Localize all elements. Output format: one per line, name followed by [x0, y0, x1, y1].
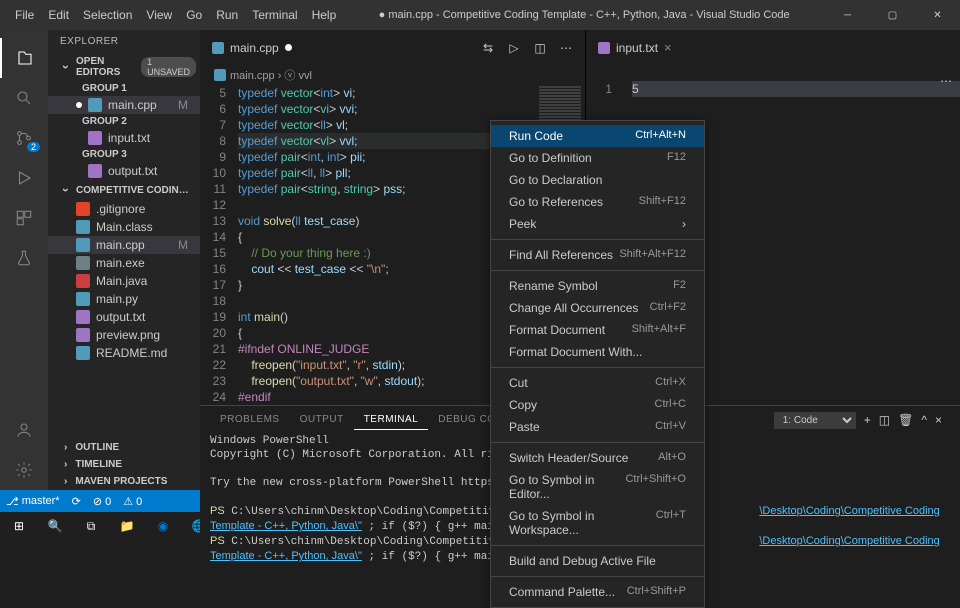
- outline-section[interactable]: ›OUTLINE: [48, 439, 200, 456]
- group-2-label: GROUP 2: [48, 114, 200, 129]
- flask-icon[interactable]: [0, 238, 48, 278]
- file--gitignore[interactable]: .gitignore: [48, 200, 200, 218]
- trash-icon[interactable]: 🗑: [898, 413, 913, 427]
- settings-icon[interactable]: [0, 450, 48, 490]
- task-view-icon[interactable]: ⧉: [74, 512, 108, 540]
- ctx-switch-header-source[interactable]: Switch Header/SourceAlt+O: [491, 447, 704, 469]
- ctx-peek[interactable]: Peek›: [491, 213, 704, 235]
- status-sync[interactable]: ⟳: [66, 495, 87, 508]
- menu-terminal[interactable]: Terminal: [245, 2, 304, 28]
- window-maximize-button[interactable]: ▢: [870, 0, 915, 30]
- window-title: ● main.cpp - Competitive Coding Template…: [343, 9, 825, 21]
- more-icon[interactable]: ⋯: [940, 74, 952, 88]
- window-minimize-button[interactable]: ─: [825, 0, 870, 30]
- open-file-output[interactable]: output.txt: [48, 162, 200, 180]
- ctx-change-all-occurrences[interactable]: Change All OccurrencesCtrl+F2: [491, 297, 704, 319]
- status-errors[interactable]: ⊘ 0: [87, 495, 117, 508]
- ctx-rename-symbol[interactable]: Rename SymbolF2: [491, 275, 704, 297]
- group-3-label: GROUP 3: [48, 147, 200, 162]
- file-preview-png[interactable]: preview.png: [48, 326, 200, 344]
- sidebar-title: EXPLORER: [48, 30, 200, 53]
- tb-edge-icon[interactable]: ◉: [146, 512, 180, 540]
- menu-view[interactable]: View: [139, 2, 179, 28]
- context-menu: Run CodeCtrl+Alt+NGo to DefinitionF12Go …: [490, 120, 705, 608]
- group-1-label: GROUP 1: [48, 81, 200, 96]
- close-tab-icon[interactable]: ×: [664, 40, 672, 55]
- split-terminal-icon[interactable]: ◫: [879, 413, 890, 427]
- status-branch[interactable]: ⎇ master*: [0, 495, 66, 508]
- tb-explorer-icon[interactable]: 📁: [110, 512, 144, 540]
- more-icon[interactable]: ⋯: [555, 37, 577, 59]
- close-panel-icon[interactable]: ×: [935, 413, 942, 427]
- panel-tab-output[interactable]: OUTPUT: [290, 410, 354, 430]
- open-editors-section[interactable]: OPEN EDITORS 1 UNSAVED: [48, 53, 200, 81]
- ctx-go-to-symbol-in-editor-[interactable]: Go to Symbol in Editor...Ctrl+Shift+O: [491, 469, 704, 505]
- titlebar: File Edit Selection View Go Run Terminal…: [0, 0, 960, 30]
- file-Main-class[interactable]: Main.class: [48, 218, 200, 236]
- panel-tab-terminal[interactable]: TERMINAL: [354, 410, 429, 430]
- ctx-go-to-definition[interactable]: Go to DefinitionF12: [491, 147, 704, 169]
- ctx-go-to-declaration[interactable]: Go to Declaration: [491, 169, 704, 191]
- search-icon[interactable]: [0, 78, 48, 118]
- window-close-button[interactable]: ✕: [915, 0, 960, 30]
- start-icon[interactable]: ⊞: [2, 512, 36, 540]
- tb-search-icon[interactable]: 🔍: [38, 512, 72, 540]
- account-icon[interactable]: [0, 410, 48, 450]
- tab-maincpp[interactable]: main.cpp: [200, 30, 305, 65]
- split-icon[interactable]: ◫: [529, 37, 551, 59]
- extensions-icon[interactable]: [0, 198, 48, 238]
- run-debug-icon[interactable]: [0, 158, 48, 198]
- terminal-select[interactable]: 1: Code: [774, 412, 856, 429]
- new-terminal-icon[interactable]: +: [864, 413, 871, 427]
- menu-go[interactable]: Go: [179, 2, 209, 28]
- activity-bar: 2: [0, 30, 48, 490]
- scm-badge: 2: [27, 142, 40, 152]
- ctx-format-document-with-[interactable]: Format Document With...: [491, 341, 704, 363]
- menu-help[interactable]: Help: [305, 2, 344, 28]
- maximize-panel-icon[interactable]: ^: [921, 413, 927, 427]
- ctx-go-to-symbol-in-workspace-[interactable]: Go to Symbol in Workspace...Ctrl+T: [491, 505, 704, 541]
- timeline-section[interactable]: ›TIMELINE: [48, 456, 200, 473]
- file-README-md[interactable]: README.md: [48, 344, 200, 362]
- breadcrumb[interactable]: main.cpp › ⓥ vvl: [200, 65, 585, 85]
- sidebar: EXPLORER OPEN EDITORS 1 UNSAVED GROUP 1 …: [48, 30, 200, 490]
- maven-section[interactable]: ›MAVEN PROJECTS: [48, 473, 200, 490]
- menu-file[interactable]: File: [8, 2, 41, 28]
- ctx-cut[interactable]: CutCtrl+X: [491, 372, 704, 394]
- ctx-go-to-references[interactable]: Go to ReferencesShift+F12: [491, 191, 704, 213]
- ctx-command-palette-[interactable]: Command Palette...Ctrl+Shift+P: [491, 581, 704, 603]
- run-icon[interactable]: ▷: [503, 37, 525, 59]
- file-output-txt[interactable]: output.txt: [48, 308, 200, 326]
- file-main-exe[interactable]: main.exe: [48, 254, 200, 272]
- panel-tab-problems[interactable]: PROBLEMS: [210, 410, 290, 430]
- source-control-icon[interactable]: 2: [0, 118, 48, 158]
- menu-selection[interactable]: Selection: [76, 2, 139, 28]
- ctx-run-code[interactable]: Run CodeCtrl+Alt+N: [491, 125, 704, 147]
- tab-inputtxt[interactable]: input.txt×: [586, 30, 685, 65]
- menu-edit[interactable]: Edit: [41, 2, 76, 28]
- file-main-cpp[interactable]: main.cppM: [48, 236, 200, 254]
- project-section[interactable]: COMPETITIVE CODING TEMPLATE - C+...: [48, 180, 200, 200]
- open-file-input[interactable]: input.txt: [48, 129, 200, 147]
- dirty-indicator-icon: [285, 44, 292, 51]
- ctx-build-and-debug-active-file[interactable]: Build and Debug Active File: [491, 550, 704, 572]
- ctx-format-document[interactable]: Format DocumentShift+Alt+F: [491, 319, 704, 341]
- menu-run[interactable]: Run: [209, 2, 245, 28]
- file-main-py[interactable]: main.py: [48, 290, 200, 308]
- file-Main-java[interactable]: Main.java: [48, 272, 200, 290]
- ctx-paste[interactable]: PasteCtrl+V: [491, 416, 704, 438]
- explorer-icon[interactable]: [0, 38, 48, 78]
- status-warnings[interactable]: ⚠ 0: [117, 495, 148, 508]
- open-file-maincpp[interactable]: main.cppM: [48, 96, 200, 114]
- ctx-copy[interactable]: CopyCtrl+C: [491, 394, 704, 416]
- gutter: 56789101112131415161718192021222324: [200, 85, 238, 405]
- ctx-find-all-references[interactable]: Find All ReferencesShift+Alt+F12: [491, 244, 704, 266]
- unsaved-pill: 1 UNSAVED: [141, 57, 196, 77]
- compare-icon[interactable]: ⇆: [477, 37, 499, 59]
- menu-bar: File Edit Selection View Go Run Terminal…: [0, 2, 343, 28]
